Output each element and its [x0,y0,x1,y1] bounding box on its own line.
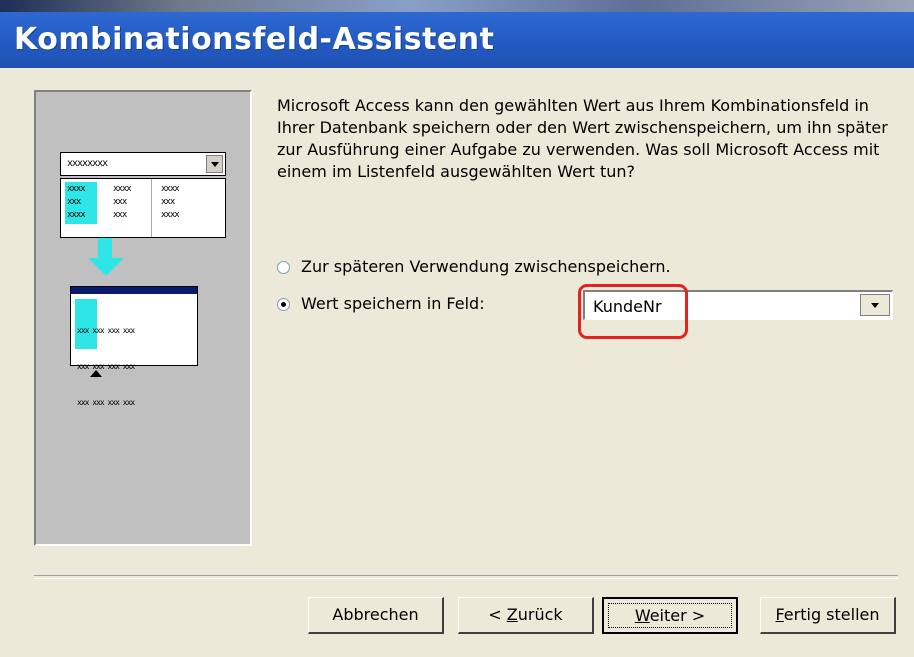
back-button-mnemonic: Z [506,605,518,624]
illustration-cell: xxxx [67,184,86,194]
arrow-down-icon [98,238,112,260]
option-store-in-field[interactable]: Wert speichern in Feld: [277,294,485,313]
option-store-label: Wert speichern in Feld: [301,294,485,313]
next-button[interactable]: Weiter > [602,597,738,634]
caret-up-icon [90,370,102,377]
illustration-cell: xxxx [113,184,132,194]
back-button[interactable]: < Zurück [458,597,594,634]
illustration-cell: xxx [161,197,175,207]
illustration-cell: xxxx [67,210,86,220]
divider [34,575,898,579]
illustration-table: xxx xxx xxx xxx xxx xxx xxx xxx xxx xxx … [70,286,198,407]
radio-store[interactable] [277,298,290,311]
option-remember-value[interactable]: Zur späteren Verwendung zwischenspeicher… [277,257,671,276]
radio-remember[interactable] [277,261,290,274]
illustration-combo: xxxxxxxx [60,152,226,176]
back-button-rest: urück [517,605,563,624]
finish-button[interactable]: Fertig stellen [760,597,896,634]
wizard-description: Microsoft Access kann den gewählten Wert… [277,96,888,181]
cancel-button[interactable]: Abbrechen [308,597,444,634]
focus-rect [608,603,732,628]
finish-button-mnemonic: F [775,605,784,624]
illustration-list: xxxx xxx xxxx xxxx xxx xxx xxxx xxx xxxx [60,178,226,238]
illustration-table-row: xxx xxx xxx xxx [77,398,135,407]
illustration-table-row: xxx xxx xxx xxx [77,362,135,371]
background-window-strip [0,0,914,12]
dropdown-button[interactable] [860,294,890,316]
illustration-table-row: xxx xxx xxx xxx [77,326,135,335]
illustration-list-separator [151,179,152,237]
finish-button-rest: ertig stellen [783,605,880,624]
illustration-list-col1: xxxx xxx xxxx [67,183,86,222]
back-button-prefix: < [488,605,507,624]
highlight-annotation [578,284,688,339]
arrow-head-icon [88,258,124,276]
illustration-list-col2: xxxx xxx xxx [113,183,132,222]
illustration-cell: xxx [67,197,81,207]
chevron-down-icon [206,155,223,173]
illustration-cell: xxx [113,210,127,220]
wizard-illustration: xxxxxxxx xxxx xxx xxxx xxxx xxx xxx xxxx… [34,90,252,546]
illustration-cell: xxxx [161,184,180,194]
title-bar[interactable]: Kombinationsfeld-Assistent [0,0,914,68]
option-remember-label: Zur späteren Verwendung zwischenspeicher… [301,257,671,276]
illustration-table-header [71,287,197,294]
illustration-cell: xxx [113,197,127,207]
illustration-cell: xxxx [161,210,180,220]
illustration-list-col3: xxxx xxx xxxx [161,183,180,222]
illustration-combo-text: xxxxxxxx [67,158,108,169]
illustration-table-rows: xxx xxx xxx xxx xxx xxx xxx xxx xxx xxx … [77,301,135,433]
window-title: Kombinationsfeld-Assistent [14,22,495,57]
